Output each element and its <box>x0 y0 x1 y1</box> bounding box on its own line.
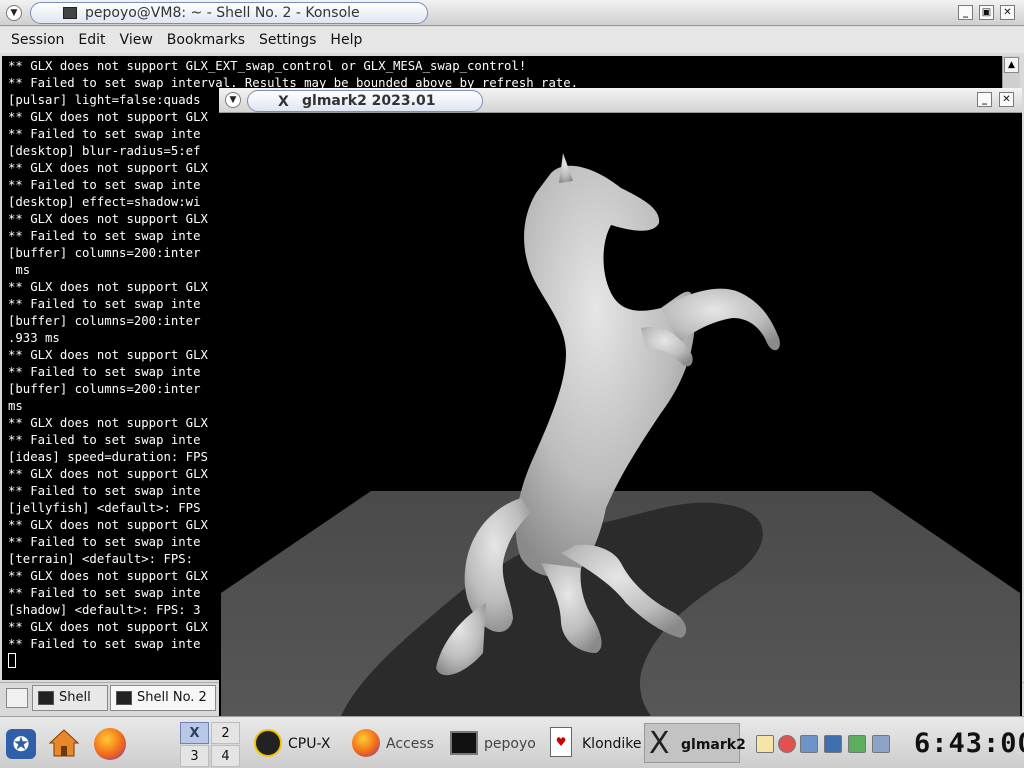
konsole-titlebar[interactable]: ▼ pepoyo@VM8: ~ - Shell No. 2 - Konsole … <box>0 0 1024 26</box>
klipper-icon[interactable] <box>756 735 774 753</box>
tab-shell-no-2[interactable]: Shell No. 2 <box>110 685 216 711</box>
glmark2-window: ▼ X glmark2 2023.01 _ ✕ <box>219 88 1022 716</box>
horse-scene <box>221 113 1020 716</box>
window-menu-button[interactable]: ▼ <box>225 92 241 108</box>
user-icon[interactable] <box>800 735 818 753</box>
window-menu-button[interactable]: ▼ <box>6 5 22 21</box>
minimize-button[interactable]: _ <box>958 5 973 20</box>
konsole-menubar: Session Edit View Bookmarks Settings Hel… <box>0 27 1024 53</box>
clock[interactable]: 6:43:00 <box>914 727 1024 761</box>
terminal-icon <box>116 691 132 705</box>
glmark2-titlebar[interactable]: ▼ X glmark2 2023.01 _ ✕ <box>219 88 1022 113</box>
task-glmark2-label: glmark2 <box>681 737 746 753</box>
firefox-icon[interactable] <box>94 728 126 760</box>
terminal-icon <box>63 7 77 19</box>
minimize-button[interactable]: _ <box>977 92 992 107</box>
terminal-icon <box>38 691 54 705</box>
task-klondike-label: Klondike <box>582 736 642 752</box>
task-pepoyo-label: pepoyo <box>484 736 536 752</box>
menu-view[interactable]: View <box>113 32 160 48</box>
scroll-up-arrow-icon[interactable]: ▲ <box>1004 57 1019 73</box>
taskbar: ✪ X 2 3 4 CPU-X Access pepoyo ♥ Klondike… <box>0 716 1024 768</box>
menu-bookmarks[interactable]: Bookmarks <box>160 32 252 48</box>
menu-edit[interactable]: Edit <box>71 32 112 48</box>
konsole-title-text: pepoyo@VM8: ~ - Shell No. 2 - Konsole <box>85 5 360 21</box>
desktop-2[interactable]: 2 <box>211 722 240 744</box>
cards-icon: ♥ <box>550 727 572 757</box>
glmark2-title[interactable]: X glmark2 2023.01 <box>247 90 483 112</box>
glmark2-render-view <box>221 113 1020 716</box>
terminal-line: ** GLX does not support GLX_EXT_swap_con… <box>8 59 527 73</box>
menu-settings[interactable]: Settings <box>252 32 323 48</box>
home-icon[interactable] <box>48 727 80 759</box>
tab-shell-no-2-label: Shell No. 2 <box>137 690 207 705</box>
new-tab-icon[interactable] <box>6 688 28 708</box>
menu-help[interactable]: Help <box>323 32 369 48</box>
task-access[interactable]: Access <box>350 723 444 763</box>
task-cpu-x-label: CPU-X <box>288 736 331 752</box>
x-logo-icon: X <box>189 726 200 741</box>
printer-icon[interactable] <box>872 735 890 753</box>
x-logo-icon: X <box>649 726 670 761</box>
display-icon[interactable] <box>824 735 842 753</box>
desktop-3[interactable]: 3 <box>180 745 209 767</box>
desktop-4[interactable]: 4 <box>211 745 240 767</box>
network-icon[interactable] <box>778 735 796 753</box>
photo-icon[interactable] <box>848 735 866 753</box>
close-button[interactable]: ✕ <box>999 92 1014 107</box>
task-klondike[interactable]: ♥ Klondike <box>546 723 642 763</box>
firefox-icon <box>352 729 380 757</box>
task-pepoyo[interactable]: pepoyo <box>448 723 544 763</box>
glmark2-title-text: glmark2 2023.01 <box>302 93 436 109</box>
text-cursor <box>8 653 16 668</box>
tab-shell[interactable]: Shell <box>32 685 108 711</box>
x-logo-icon: X <box>278 94 289 110</box>
tux-icon <box>254 729 282 757</box>
desktop-1[interactable]: X <box>180 722 209 744</box>
tab-shell-label: Shell <box>59 690 91 705</box>
terminal-icon <box>450 731 478 755</box>
konsole-title[interactable]: pepoyo@VM8: ~ - Shell No. 2 - Konsole <box>30 2 428 24</box>
task-cpu-x[interactable]: CPU-X <box>252 723 344 763</box>
close-button[interactable]: ✕ <box>1000 5 1015 20</box>
task-glmark2[interactable]: X glmark2 <box>644 723 746 763</box>
menu-session[interactable]: Session <box>4 32 71 48</box>
kde-menu-icon[interactable]: ✪ <box>6 729 36 759</box>
task-access-label: Access <box>386 736 434 752</box>
maximize-button[interactable]: ▣ <box>979 5 994 20</box>
